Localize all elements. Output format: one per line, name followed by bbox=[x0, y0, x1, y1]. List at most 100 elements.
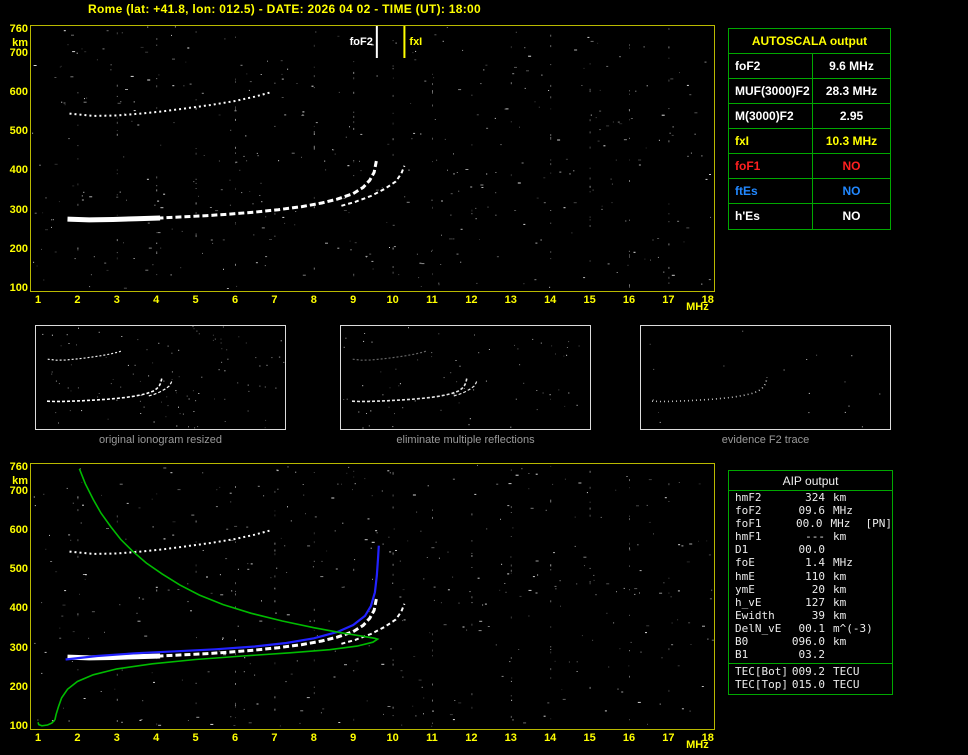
y-tick-label: 600 bbox=[9, 523, 28, 536]
aip-row: Ewidth 39 km bbox=[729, 609, 892, 622]
aip-row: hmE 110 km bbox=[729, 570, 892, 583]
panel-eliminate-multiples bbox=[340, 325, 591, 430]
aip-row-unit: km bbox=[833, 530, 847, 544]
y-tick-label: 300 bbox=[9, 641, 28, 654]
aip-row-unit: MHz bbox=[833, 504, 853, 518]
caption-eliminate-multiples: eliminate multiple reflections bbox=[396, 434, 535, 446]
aip-row-note bbox=[869, 570, 892, 583]
fxi-marker-label: fxI bbox=[409, 36, 423, 48]
x-tick-label: 17 bbox=[662, 294, 675, 306]
y-tick-label: 400 bbox=[9, 164, 28, 177]
x-axis-unit: MHz bbox=[686, 301, 709, 313]
aip-row-value: 39 bbox=[811, 608, 825, 622]
aip-tec-rows: TEC[Bot] 009.2 TECU TEC[Top] 015.0 TECU bbox=[729, 663, 892, 691]
aip-row-unit bbox=[825, 648, 869, 661]
x-tick-label: 17 bbox=[662, 732, 675, 744]
original-ionogram-image bbox=[42, 326, 285, 429]
x-tick-label: 2 bbox=[74, 732, 81, 744]
x-tick-label: 10 bbox=[386, 294, 399, 306]
aip-row-note bbox=[869, 648, 892, 661]
x-tick-label: 15 bbox=[583, 294, 596, 306]
autoscala-row: MUF(3000)F2 28.3 MHz bbox=[729, 79, 890, 104]
x-tick-label: 8 bbox=[310, 294, 317, 306]
aip-row-label: hmF2 bbox=[735, 491, 762, 504]
aip-row-value: --- bbox=[805, 530, 825, 544]
x-tick-label: 10 bbox=[386, 732, 399, 744]
x-tick-label: 7 bbox=[271, 294, 278, 306]
top-ionogram-plot bbox=[30, 25, 715, 292]
aip-row-value: 324 bbox=[805, 491, 825, 504]
aip-row-value: 015.0 bbox=[791, 678, 825, 692]
aip-row-unit: TECU bbox=[833, 678, 860, 692]
aip-row-note bbox=[869, 530, 892, 543]
x-tick-label: 4 bbox=[153, 732, 160, 744]
aip-row-label: B1 bbox=[735, 648, 749, 662]
x-tick-label: 11 bbox=[426, 732, 438, 744]
aip-table-title: AIP output bbox=[729, 471, 892, 491]
bottom-ionogram-plot bbox=[30, 463, 715, 730]
aip-row: B1 03.2 bbox=[729, 648, 892, 661]
aip-row: D1 00.0 bbox=[729, 543, 892, 556]
aip-table-rows: hmF2 324 km foF2 09.6 MHz foF1 00.0 MHz [PN] hmF1 -… bbox=[729, 491, 892, 661]
autoscala-row-value: 10.3 MHz bbox=[825, 134, 878, 148]
x-tick-label: 7 bbox=[271, 732, 278, 744]
x-tick-label: 9 bbox=[350, 294, 357, 306]
aip-row-value: 20 bbox=[811, 582, 825, 596]
x-tick-label: 14 bbox=[544, 294, 557, 306]
page-title: Rome (lat: +41.8, lon: 012.5) - DATE: 20… bbox=[88, 2, 481, 16]
x-tick-label: 13 bbox=[504, 732, 517, 744]
aip-output-table: AIP output hmF2 324 km foF2 09.6 MHz foF1 00.0 M… bbox=[728, 470, 893, 696]
autoscala-row: foF1 NO bbox=[729, 154, 890, 179]
autoscala-row-value: 28.3 MHz bbox=[825, 84, 878, 98]
aip-row-label: hmE bbox=[735, 569, 755, 583]
x-tick-label: 13 bbox=[504, 294, 517, 306]
aip-row-value: 096.0 bbox=[791, 635, 825, 649]
y-tick-label: 600 bbox=[9, 85, 28, 98]
aip-row-note bbox=[869, 543, 892, 556]
y-tick-label: 760 bbox=[9, 23, 28, 35]
y-tick-label: 100 bbox=[9, 719, 28, 732]
x-axis-unit: MHz bbox=[686, 739, 709, 751]
aip-row-value: 1.4 bbox=[805, 556, 825, 570]
aip-row-value: 00.0 bbox=[798, 543, 826, 557]
autoscala-row: fxI 10.3 MHz bbox=[729, 129, 890, 154]
y-tick-label: 200 bbox=[9, 680, 28, 693]
autoscala-table-rows: foF2 9.6 MHz MUF(3000)F2 28.3 MHz M(3000)F2 2… bbox=[729, 54, 890, 229]
caption-original-ionogram: original ionogram resized bbox=[99, 434, 222, 446]
x-tick-label: 16 bbox=[622, 294, 636, 306]
autoscala-row: foF2 9.6 MHz bbox=[729, 54, 890, 79]
aip-row-label: foF2 bbox=[735, 504, 762, 518]
y-tick-label: 200 bbox=[9, 242, 28, 255]
aip-row-label: h_vE bbox=[735, 595, 762, 609]
fof2-marker-label: foF2 bbox=[349, 36, 373, 48]
eliminate-multiples-image bbox=[343, 327, 580, 429]
autoscala-row: ftEs NO bbox=[729, 179, 890, 204]
panel-original-ionogram bbox=[35, 325, 286, 430]
evidence-f2-trace-image bbox=[649, 330, 881, 428]
aip-row-note bbox=[869, 583, 892, 596]
bottom-ionogram-canvas bbox=[31, 464, 714, 729]
x-tick-label: 6 bbox=[231, 294, 239, 306]
autoscala-row-value: NO bbox=[842, 209, 861, 223]
aip-row-label: foE bbox=[735, 556, 755, 570]
aip-row-unit: km bbox=[833, 595, 847, 609]
aip-row: ymE 20 km bbox=[729, 583, 892, 596]
aip-row: hmF1 --- km bbox=[729, 530, 892, 543]
aip-row-unit: km bbox=[833, 635, 847, 649]
y-axis-unit: km bbox=[12, 475, 28, 487]
x-tick-label: 14 bbox=[544, 732, 557, 744]
x-tick-label: 5 bbox=[192, 732, 199, 744]
aip-row-value: 00.0 bbox=[796, 517, 823, 531]
autoscala-row: M(3000)F2 2.95 bbox=[729, 104, 890, 129]
x-tick-label: 6 bbox=[231, 732, 239, 744]
autoscala-window: Rome (lat: +41.8, lon: 012.5) - DATE: 20… bbox=[0, 0, 968, 755]
aip-row: hmF2 324 km bbox=[729, 491, 892, 504]
y-axis-unit: km bbox=[12, 37, 28, 49]
x-tick-label: 3 bbox=[113, 294, 120, 306]
aip-row-note bbox=[869, 635, 892, 648]
x-tick-label: 3 bbox=[113, 732, 120, 744]
aip-row-unit: TECU bbox=[833, 665, 860, 679]
aip-row-label: D1 bbox=[735, 543, 749, 557]
aip-row: foF1 00.0 MHz [PN] bbox=[729, 517, 892, 530]
autoscala-row-label: M(3000)F2 bbox=[729, 104, 813, 128]
